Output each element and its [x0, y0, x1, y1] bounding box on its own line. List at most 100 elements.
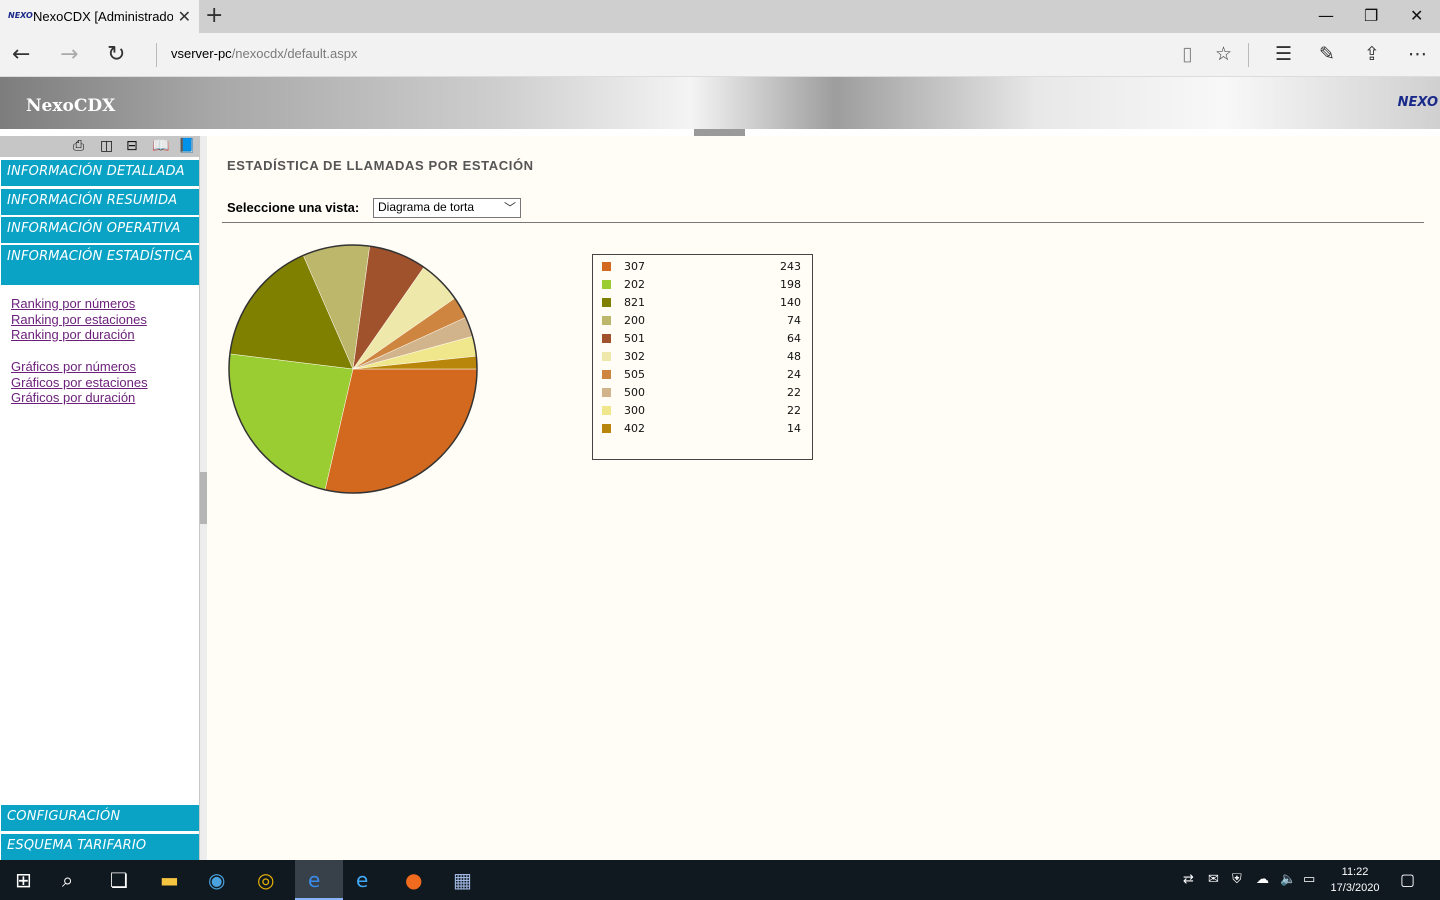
toolbar-separator — [1248, 43, 1249, 67]
network-app-icon[interactable]: ▦ — [453, 868, 472, 892]
link-graficos-estaciones[interactable]: Gráficos por estaciones — [11, 375, 148, 391]
legend-label: 307 — [624, 260, 645, 273]
cloud-icon[interactable]: ☁ — [1256, 872, 1269, 887]
legend-swatch — [602, 424, 611, 433]
legend-row-300: 300 22 — [593, 402, 812, 420]
legend-swatch — [602, 316, 611, 325]
link-graficos-numeros[interactable]: Gráficos por números — [11, 359, 148, 375]
network-icon[interactable]: ▭ — [1303, 872, 1315, 887]
share-icon[interactable]: ⇪ — [1364, 43, 1380, 65]
system-clock[interactable]: 11:22 17/3/2020 — [1320, 864, 1390, 896]
favorite-star-icon[interactable]: ☆ — [1215, 43, 1232, 65]
menu-informacion-operativa[interactable]: INFORMACIÓN OPERATIVA — [1, 217, 199, 243]
link-ranking-numeros[interactable]: Ranking por números — [11, 296, 147, 312]
help-book-icon[interactable]: 📘 — [178, 138, 195, 154]
legend-value: 22 — [787, 404, 801, 417]
legend-label: 821 — [624, 296, 645, 309]
menu-informacion-estadistica[interactable]: INFORMACIÓN ESTADÍSTICA — [1, 245, 199, 285]
legend-swatch — [602, 388, 611, 397]
menu-informacion-detallada[interactable]: INFORMACIÓN DETALLADA — [1, 160, 199, 186]
legend-value: 48 — [787, 350, 801, 363]
tab-title: NexoCDX [Administrador] — [33, 9, 173, 24]
left-navigation: ⎙ ◫ ⊟ 📖 📘 INFORMACIÓN DETALLADA INFORMAC… — [0, 136, 200, 860]
refresh-icon[interactable]: ↻ — [107, 42, 125, 67]
legend-row-500: 500 22 — [593, 384, 812, 402]
new-tab-icon[interactable]: + — [205, 3, 223, 28]
notifications-icon[interactable]: ▢ — [1400, 870, 1415, 889]
legend-label: 505 — [624, 368, 645, 381]
divider — [222, 222, 1424, 223]
brand-title: NexoCDX — [26, 96, 116, 116]
legend-value: 198 — [780, 278, 801, 291]
legend-label: 202 — [624, 278, 645, 291]
web-note-icon[interactable]: ✎ — [1319, 43, 1335, 65]
main-content: ESTADÍSTICA DE LLAMADAS POR ESTACIÓN Sel… — [207, 136, 1440, 860]
legend-row-505: 505 24 — [593, 366, 812, 384]
menu-configuracion[interactable]: CONFIGURACIÓN — [1, 805, 199, 831]
legend-label: 300 — [624, 404, 645, 417]
browser-tab-bar: NEXO NexoCDX [Administrador] ✕ + — ❐ ✕ — [0, 0, 1440, 33]
mail-icon[interactable]: ✉ — [1208, 872, 1219, 887]
link-graficos-duracion[interactable]: Gráficos por duración — [11, 390, 148, 406]
legend-label: 200 — [624, 314, 645, 327]
volume-icon[interactable]: 🔈 — [1280, 872, 1296, 887]
minimize-icon[interactable]: — — [1318, 6, 1334, 25]
link-ranking-estaciones[interactable]: Ranking por estaciones — [11, 312, 147, 328]
legend-row-501: 501 64 — [593, 330, 812, 348]
chrome-icon[interactable]: ◎ — [257, 868, 274, 892]
forward-icon[interactable]: → — [60, 42, 78, 67]
menu-informacion-resumida[interactable]: INFORMACIÓN RESUMIDA — [1, 189, 199, 215]
menu-esquema-tarifario[interactable]: ESQUEMA TARIFARIO — [1, 834, 199, 860]
chevron-down-icon: ﹀ — [503, 201, 516, 215]
legend-swatch — [602, 406, 611, 415]
teamviewer-icon[interactable]: ⇄ — [1183, 872, 1194, 887]
legend-row-302: 302 48 — [593, 348, 812, 366]
graficos-links: Gráficos por números Gráficos por estaci… — [11, 359, 148, 406]
restore-icon[interactable]: ❐ — [1364, 6, 1378, 25]
legend-value: 22 — [787, 386, 801, 399]
clock-time: 11:22 — [1341, 866, 1369, 878]
nav-scrollbar-thumb[interactable] — [200, 472, 207, 524]
close-window-icon[interactable]: ✕ — [1410, 6, 1423, 25]
search-icon[interactable]: ⌕ — [62, 868, 73, 892]
app-window-icon[interactable]: ◉ — [208, 868, 225, 892]
split-horizontal-icon[interactable]: ◫ — [100, 138, 113, 154]
edge-icon[interactable]: e — [308, 868, 320, 892]
back-icon[interactable]: ← — [12, 42, 30, 67]
split-vertical-icon[interactable]: ⊟ — [126, 138, 138, 154]
windows-start-icon[interactable]: ⊞ — [15, 868, 32, 892]
reading-view-icon[interactable]: ▯ — [1182, 43, 1192, 65]
clock-date: 17/3/2020 — [1330, 882, 1380, 894]
task-view-icon[interactable]: ❏ — [110, 868, 128, 892]
print-icon[interactable]: ⎙ — [73, 138, 84, 154]
app-header: NexoCDX NEXO — [0, 77, 1440, 129]
more-icon[interactable]: ⋯ — [1408, 43, 1427, 65]
legend-value: 14 — [787, 422, 801, 435]
security-shield-icon[interactable]: ⛨ — [1232, 872, 1242, 887]
legend-value: 74 — [787, 314, 801, 327]
url-separator — [156, 43, 157, 67]
url-path: /nexocdx/default.aspx — [231, 46, 358, 61]
internet-explorer-icon[interactable]: e — [356, 868, 368, 892]
book-icon[interactable]: 📖 — [152, 138, 169, 154]
link-ranking-duracion[interactable]: Ranking por duración — [11, 327, 147, 343]
legend-swatch — [602, 298, 611, 307]
page-title: ESTADÍSTICA DE LLAMADAS POR ESTACIÓN — [227, 158, 534, 173]
hub-icon[interactable]: ☰ — [1275, 43, 1292, 65]
header-splitter-handle[interactable] — [694, 129, 745, 136]
legend-swatch — [602, 352, 611, 361]
chart-legend: 307 243 202 198 821 140 200 74 501 64 302 48 505 24 50… — [592, 254, 813, 460]
legend-swatch — [602, 334, 611, 343]
file-explorer-icon[interactable]: ▬ — [160, 868, 179, 892]
legend-row-402: 402 14 — [593, 420, 812, 438]
legend-row-821: 821 140 — [593, 294, 812, 312]
nav-toolbar: ⎙ ◫ ⊟ 📖 📘 — [0, 136, 200, 157]
view-select-value: Diagrama de torta — [378, 200, 475, 214]
tab-close-icon[interactable]: ✕ — [178, 7, 191, 26]
url-field[interactable]: vserver-pc/nexocdx/default.aspx — [171, 46, 357, 61]
firefox-icon[interactable]: ● — [405, 868, 422, 892]
view-select[interactable]: Diagrama de torta ﹀ — [373, 198, 521, 218]
legend-swatch — [602, 370, 611, 379]
windows-taskbar: ⊞ ⌕ ❏ ▬ ◉ ◎ e e ● ▦ ⇄ ✉ ⛨ ☁ 🔈 ▭ 11:22 17… — [0, 860, 1440, 900]
browser-tab[interactable]: NEXO NexoCDX [Administrador] ✕ — [0, 0, 199, 33]
